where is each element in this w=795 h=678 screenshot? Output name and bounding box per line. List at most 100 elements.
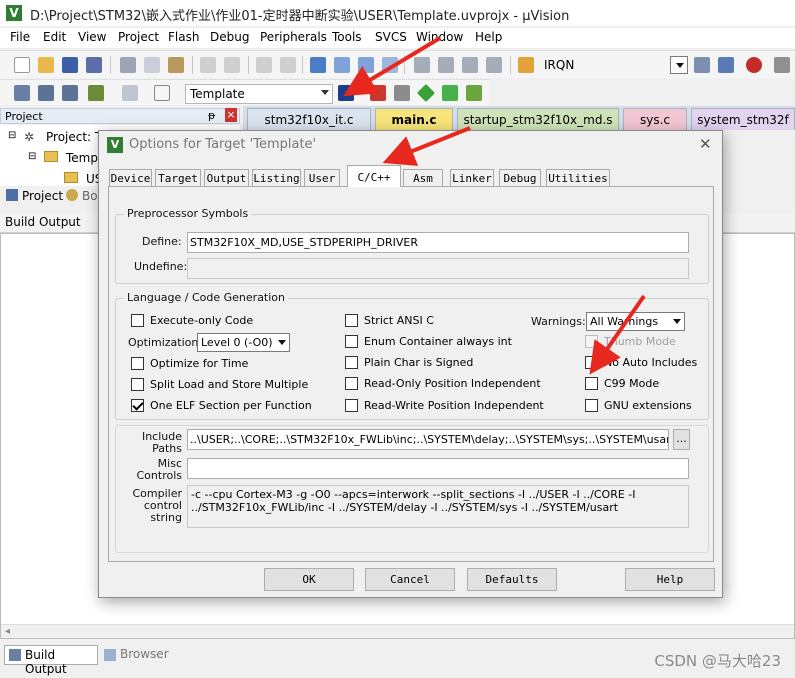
gnu-extensions-checkbox[interactable]	[585, 399, 598, 412]
stop-build-icon[interactable]	[122, 85, 138, 101]
pack-installer-icon[interactable]	[442, 85, 458, 101]
menu-svcs[interactable]: SVCS	[375, 30, 407, 44]
save-icon[interactable]	[62, 57, 78, 73]
close-icon[interactable]: ✕	[699, 135, 712, 153]
download-load-icon[interactable]	[154, 85, 170, 101]
file-tab[interactable]: stm32f10x_it.c	[247, 108, 371, 130]
execute-only-checkbox[interactable]	[131, 314, 144, 327]
ok-button[interactable]: OK	[264, 568, 354, 591]
collapse-icon[interactable]: ⊟	[28, 151, 36, 162]
build-icon[interactable]	[38, 85, 54, 101]
cut-icon[interactable]	[120, 57, 136, 73]
compiler-control-string: -c --cpu Cortex-M3 -g -O0 --apcs=interwo…	[187, 485, 689, 528]
file-tab-active[interactable]: main.c	[375, 108, 453, 130]
next-bookmark-icon[interactable]	[358, 57, 374, 73]
undo-icon[interactable]	[200, 57, 216, 73]
tab-browser[interactable]: Browser	[120, 647, 169, 661]
tab-linker[interactable]: Linker	[450, 169, 494, 187]
menu-flash[interactable]: Flash	[168, 30, 199, 44]
defaults-button[interactable]: Defaults	[467, 568, 557, 591]
close-pane-icon[interactable]: ×	[225, 108, 237, 122]
enum-container-checkbox[interactable]	[345, 335, 358, 348]
uncomment-icon[interactable]	[486, 57, 502, 73]
options-for-target-icon[interactable]	[338, 85, 354, 101]
tab-c-cpp[interactable]: C/C++	[347, 165, 401, 187]
menu-tools[interactable]: Tools	[332, 30, 362, 44]
no-auto-includes-checkbox[interactable]	[585, 356, 598, 369]
menu-file[interactable]: File	[10, 30, 30, 44]
indent-icon[interactable]	[414, 57, 430, 73]
tab-build-output[interactable]: Build Output	[4, 645, 98, 676]
clear-bookmarks-icon[interactable]	[382, 57, 398, 73]
batch-build-icon[interactable]	[88, 85, 104, 101]
menu-edit[interactable]: Edit	[43, 30, 66, 44]
menu-window[interactable]: Window	[416, 30, 463, 44]
tab-utilities[interactable]: Utilities	[546, 169, 610, 187]
tab-target[interactable]: Target	[155, 169, 201, 187]
pin-icon[interactable]: ᵽ	[208, 109, 215, 122]
file-tab[interactable]: system_stm32f	[691, 108, 795, 130]
find-icon[interactable]	[718, 57, 734, 73]
scroll-left-icon[interactable]: ◂	[5, 626, 10, 637]
rw-pi-checkbox[interactable]	[345, 399, 358, 412]
tab-debug[interactable]: Debug	[499, 169, 541, 187]
tree-node-target[interactable]: Templ	[66, 151, 101, 165]
target-select[interactable]: Template	[185, 84, 333, 104]
tab-user[interactable]: User	[304, 169, 340, 187]
optimization-select[interactable]: Level 0 (-O0)	[197, 333, 290, 352]
navigate-forward-icon[interactable]	[280, 57, 296, 73]
misc-controls-input[interactable]	[187, 458, 689, 479]
menu-peripherals[interactable]: Peripherals	[260, 30, 327, 44]
search-dropdown-icon[interactable]	[670, 56, 688, 74]
translate-icon[interactable]	[14, 85, 30, 101]
include-paths-input[interactable]: ..\USER;..\CORE;..\STM32F10x_FWLib\inc;.…	[187, 429, 669, 450]
undefine-input[interactable]	[187, 258, 689, 279]
one-elf-checkbox[interactable]	[131, 399, 144, 412]
save-all-icon[interactable]	[86, 57, 102, 73]
open-folder-icon[interactable]	[38, 57, 54, 73]
redo-icon[interactable]	[224, 57, 240, 73]
tab-output[interactable]: Output	[204, 169, 249, 187]
copy-icon[interactable]	[144, 57, 160, 73]
plain-char-checkbox[interactable]	[345, 356, 358, 369]
tab-listing[interactable]: Listing	[252, 169, 301, 187]
tab-project[interactable]: Project	[22, 189, 63, 203]
file-tab[interactable]: startup_stm32f10x_md.s	[457, 108, 619, 130]
warnings-select[interactable]: All Warnings	[586, 312, 685, 331]
prev-bookmark-icon[interactable]	[334, 57, 350, 73]
unindent-icon[interactable]	[438, 57, 454, 73]
menu-help[interactable]: Help	[475, 30, 502, 44]
c99-mode-checkbox[interactable]	[585, 377, 598, 390]
split-load-checkbox[interactable]	[131, 378, 144, 391]
tab-books[interactable]: Bo	[82, 189, 98, 203]
file-tab[interactable]: sys.c	[623, 108, 687, 130]
define-input[interactable]: STM32F10X_MD,USE_STDPERIPH_DRIVER	[187, 232, 689, 253]
software-packs-icon[interactable]	[466, 85, 482, 101]
horizontal-scrollbar[interactable]: ◂	[1, 624, 794, 638]
navigate-back-icon[interactable]	[256, 57, 272, 73]
comment-icon[interactable]	[462, 57, 478, 73]
manage-project-items-icon[interactable]	[370, 85, 386, 101]
cancel-button[interactable]: Cancel	[365, 568, 455, 591]
strict-ansi-checkbox[interactable]	[345, 314, 358, 327]
debug-session-icon[interactable]	[746, 57, 762, 73]
select-packs-icon[interactable]	[394, 85, 410, 101]
collapse-icon[interactable]: ⊟	[8, 130, 16, 141]
menu-view[interactable]: View	[78, 30, 106, 44]
toolbar-overflow-icon[interactable]	[774, 57, 790, 73]
ro-pi-checkbox[interactable]	[345, 377, 358, 390]
menu-project[interactable]: Project	[118, 30, 159, 44]
browse-include-button[interactable]: ...	[673, 429, 690, 450]
find-in-files-icon[interactable]	[518, 57, 534, 73]
bookmark-icon[interactable]	[310, 57, 326, 73]
optimize-time-checkbox[interactable]	[131, 357, 144, 370]
help-button[interactable]: Help	[625, 568, 715, 591]
tab-device[interactable]: Device	[109, 169, 152, 187]
manage-rte-icon[interactable]	[416, 83, 436, 103]
menu-debug[interactable]: Debug	[210, 30, 249, 44]
incremental-find-icon[interactable]	[694, 57, 710, 73]
tab-asm[interactable]: Asm	[403, 169, 443, 187]
rebuild-icon[interactable]	[62, 85, 78, 101]
paste-icon[interactable]	[168, 57, 184, 73]
new-file-icon[interactable]	[14, 57, 30, 73]
